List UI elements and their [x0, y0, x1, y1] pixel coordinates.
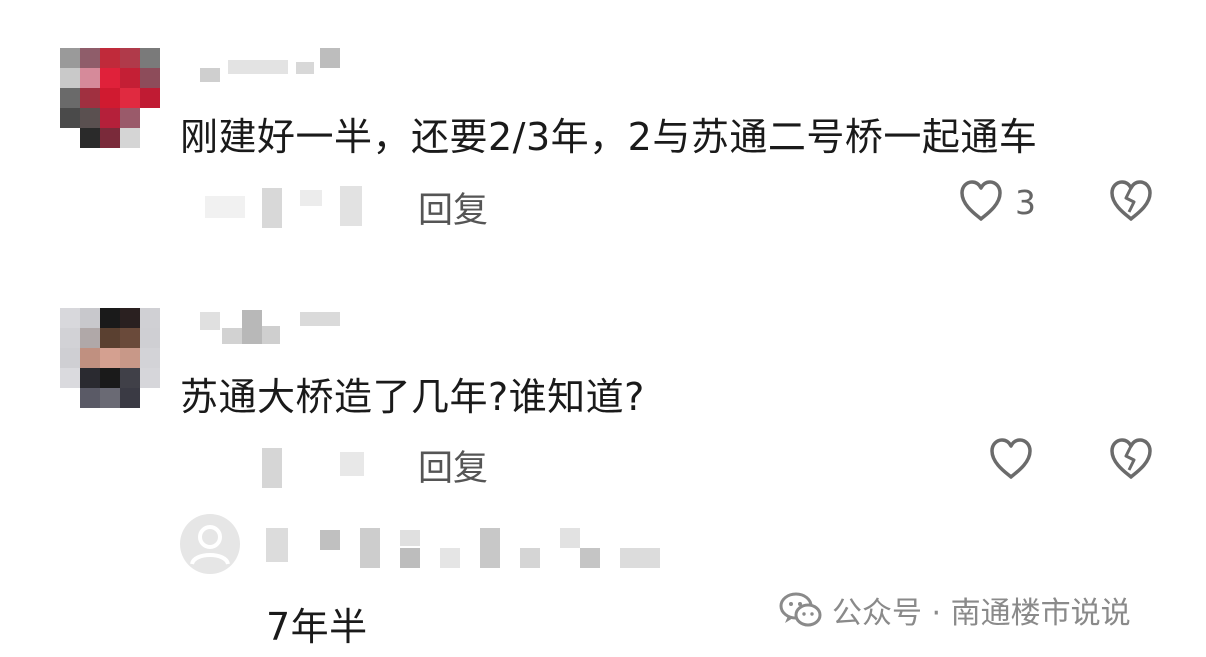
reply-button[interactable]: 回复 [418, 182, 488, 233]
reply-text: 7年半 [266, 605, 368, 649]
comment-text: 刚建好一半，还要2/3年，2与苏通二号桥一起通车 [180, 115, 1038, 159]
wechat-icon [779, 592, 822, 627]
default-avatar-icon[interactable] [180, 514, 240, 574]
reply-button[interactable]: 回复 [418, 440, 488, 491]
watermark: 公众号 · 南通楼市说说 [778, 588, 1131, 632]
like-count: 3 [1015, 183, 1036, 222]
avatar[interactable] [60, 308, 160, 408]
heart-outline-icon[interactable] [956, 176, 1006, 226]
broken-heart-icon[interactable] [1106, 434, 1156, 484]
watermark-label: 公众号 · 南通楼市说说 [832, 596, 1131, 631]
heart-outline-icon[interactable] [986, 434, 1036, 484]
avatar[interactable] [60, 48, 160, 148]
comment-text: 苏通大桥造了几年?谁知道? [180, 375, 645, 419]
broken-heart-icon[interactable] [1106, 176, 1156, 226]
